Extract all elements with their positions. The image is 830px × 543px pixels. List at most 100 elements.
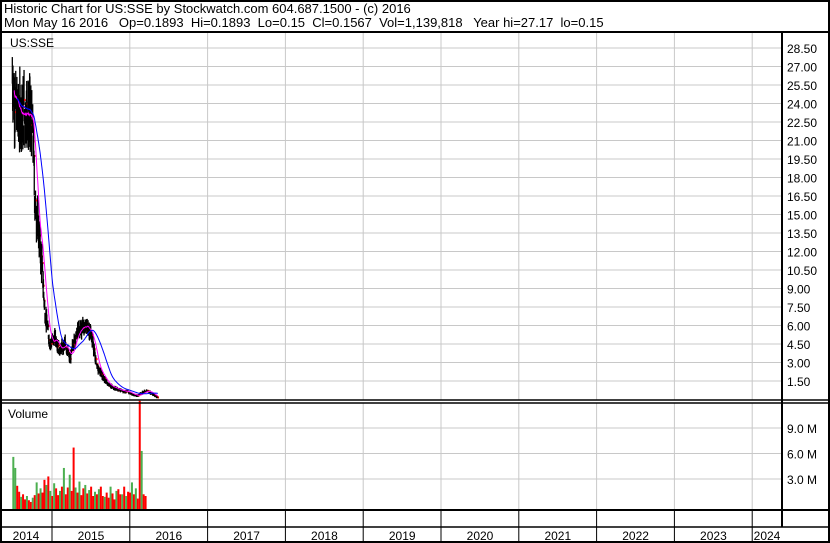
volume-bar <box>84 484 87 510</box>
price-tick-label: 22.50 <box>787 116 817 130</box>
volume-bar <box>132 494 135 510</box>
price-tick-label: 28.50 <box>787 42 817 56</box>
year-label: 2015 <box>78 529 105 543</box>
volume-bar <box>51 496 54 510</box>
chart-border <box>0 0 830 543</box>
volume-bar <box>97 489 100 510</box>
volume-bar <box>101 496 104 510</box>
volume-bar <box>72 447 75 510</box>
volume-bar <box>18 491 21 510</box>
volume-bar <box>105 492 108 510</box>
volume-bar <box>90 486 93 510</box>
volume-bar <box>57 495 60 510</box>
volume-bar <box>138 400 141 510</box>
price-tick-label: 19.50 <box>787 153 817 167</box>
volume-bar <box>95 494 98 510</box>
price-tick-label: 16.50 <box>787 190 817 204</box>
volume-bar <box>123 486 126 510</box>
volume-bar <box>12 456 15 510</box>
close-tick <box>96 358 98 361</box>
volume-bar <box>94 491 97 510</box>
price-tick-label: 7.50 <box>787 301 811 315</box>
close-tick <box>24 98 26 101</box>
volume-bar <box>14 467 17 510</box>
volume-bar <box>111 493 114 510</box>
volume-bar <box>25 496 28 510</box>
volume-bar <box>115 490 118 510</box>
volume-bar <box>140 450 143 510</box>
volume-bar <box>66 487 69 510</box>
volume-bar <box>121 494 124 510</box>
ma-short-line <box>13 90 159 397</box>
price-tick-label: 6.00 <box>787 320 811 334</box>
price-tick-label: 21.00 <box>787 135 817 149</box>
volume-bar <box>47 476 50 510</box>
price-tick-label: 15.00 <box>787 209 817 223</box>
price-tick-label: 10.50 <box>787 264 817 278</box>
volume-bar <box>53 483 56 510</box>
volume-bar <box>43 479 46 510</box>
year-label: 2017 <box>233 529 260 543</box>
volume-bar <box>41 492 44 510</box>
volume-bar <box>31 497 34 510</box>
volume-label: Volume <box>8 407 48 421</box>
year-label: 2023 <box>700 529 727 543</box>
price-tick-label: 13.50 <box>787 227 817 241</box>
year-label: 2020 <box>467 529 494 543</box>
volume-bar <box>129 492 132 510</box>
volume-bar <box>45 484 48 510</box>
year-label: 2024 <box>754 529 781 543</box>
volume-bar <box>27 500 30 510</box>
volume-bar <box>33 495 36 510</box>
volume-bar <box>76 492 79 510</box>
price-tick-label: 12.00 <box>787 246 817 260</box>
year-label: 2018 <box>311 529 338 543</box>
volume-bar <box>119 494 122 510</box>
volume-bar <box>68 474 71 510</box>
volume-bar <box>39 488 42 510</box>
price-tick-label: 24.00 <box>787 98 817 112</box>
volume-tick-label: 3.0 M <box>787 473 817 487</box>
volume-bar <box>107 497 110 510</box>
volume-bar <box>125 496 128 510</box>
volume-bar <box>62 467 65 510</box>
volume-bar <box>60 486 63 510</box>
volume-bar <box>130 482 133 510</box>
volume-bar <box>109 486 112 510</box>
volume-bar <box>78 481 81 510</box>
volume-bar <box>23 499 26 510</box>
price-tick-label: 3.00 <box>787 357 811 371</box>
symbol-label: US:SSE <box>10 36 54 50</box>
volume-tick-label: 6.0 M <box>787 448 817 462</box>
year-label: 2022 <box>622 529 649 543</box>
volume-bar <box>99 486 102 510</box>
price-tick-label: 9.00 <box>787 283 811 297</box>
volume-bar <box>134 488 137 510</box>
volume-bar <box>103 496 106 510</box>
volume-bar <box>80 495 83 510</box>
volume-tick-label: 9.0 M <box>787 422 817 436</box>
volume-bar <box>86 493 89 510</box>
price-tick-label: 25.50 <box>787 79 817 93</box>
chart-canvas: 1.50 3.00 4.50 6.00 7.50 9.00 10.50 12.00 13.50 1… <box>0 0 830 543</box>
volume-bar <box>142 494 145 510</box>
stock-chart: Historic Chart for US:SSE by Stockwatch.… <box>0 0 830 543</box>
volume-bar <box>144 496 147 510</box>
volume-bar <box>55 488 58 510</box>
volume-bar <box>49 490 52 510</box>
volume-bar <box>20 496 23 510</box>
price-tick-label: 27.00 <box>787 61 817 75</box>
volume-bar <box>92 496 95 510</box>
volume-bar <box>35 482 38 510</box>
volume-bar <box>113 499 116 510</box>
volume-bar <box>136 498 139 510</box>
volume-bar <box>82 488 85 510</box>
volume-bar <box>29 501 32 510</box>
volume-bar <box>127 491 130 510</box>
volume-bar <box>88 490 91 510</box>
year-label: 2021 <box>544 529 571 543</box>
year-label: 2014 <box>13 529 40 543</box>
volume-bar <box>16 485 19 510</box>
volume-bar <box>59 490 62 510</box>
volume-bar <box>37 493 40 510</box>
